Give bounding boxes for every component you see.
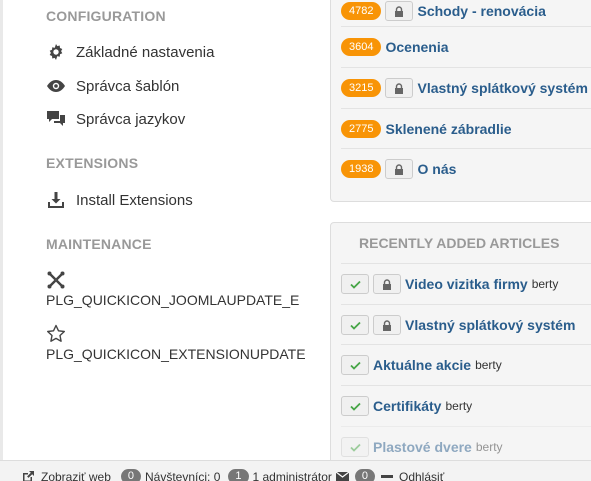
published-toggle[interactable] — [341, 274, 369, 294]
visitors-count-badge: 0 — [121, 469, 141, 481]
comments-icon — [46, 110, 66, 128]
sidebar-item-global-config[interactable]: Základné nastavenia — [46, 43, 214, 61]
popular-article-row: 3604 Ocenenia — [341, 26, 591, 67]
sidebar: CONFIGURATION Základné nastavenia Správc… — [0, 0, 330, 460]
lock-icon — [394, 164, 404, 175]
lock-button[interactable] — [385, 1, 413, 21]
article-title-link[interactable]: Sklenené zábradlie — [385, 121, 511, 137]
eye-icon — [46, 77, 66, 95]
configuration-heading: CONFIGURATION — [46, 8, 166, 24]
published-toggle[interactable] — [341, 315, 369, 335]
quickicon-joomla-update[interactable]: PLG_QUICKICON_JOOMLAUPDATE_E — [46, 270, 299, 308]
article-title-link[interactable]: Ocenenia — [385, 39, 448, 55]
sidebar-item-languages[interactable]: Správca jazykov — [46, 110, 185, 128]
article-title-link[interactable]: Plastové dvere — [373, 439, 472, 455]
check-icon — [350, 402, 361, 411]
recent-article-row: Aktuálne akcie berty — [341, 344, 591, 385]
lock-icon — [382, 279, 392, 290]
quickicon-label: PLG_QUICKICON_JOOMLAUPDATE_E — [46, 292, 299, 308]
article-title-link[interactable]: Video vizitka firmy — [405, 276, 528, 292]
article-author: berty — [445, 399, 472, 413]
view-site-link[interactable]: Zobraziť web — [41, 470, 111, 481]
lock-icon — [394, 83, 404, 94]
hits-badge: 3604 — [341, 38, 381, 56]
article-title-link[interactable]: Vlastný splátkový systém — [405, 317, 575, 333]
logout-link[interactable]: Odhlásiť — [399, 470, 444, 481]
check-icon — [350, 443, 361, 452]
hits-badge: 4782 — [341, 2, 381, 20]
article-title-link[interactable]: Vlastný splátkový systém — [417, 80, 587, 96]
recent-article-row: Vlastný splátkový systém — [341, 304, 591, 345]
article-author: berty — [532, 277, 559, 291]
recent-articles-panel: RECENTLY ADDED ARTICLES Video vizitka fi… — [330, 222, 591, 474]
download-icon — [46, 191, 66, 209]
lock-icon — [382, 320, 392, 331]
sidebar-item-label: Správca šablón — [76, 78, 179, 95]
lock-icon — [394, 6, 404, 17]
check-icon — [350, 321, 361, 330]
quickicon-extension-update[interactable]: PLG_QUICKICON_EXTENSIONUPDATE — [46, 324, 306, 362]
published-toggle[interactable] — [341, 437, 369, 457]
extensions-heading: EXTENSIONS — [46, 155, 138, 171]
article-title-link[interactable]: Aktuálne akcie — [373, 357, 471, 373]
published-toggle[interactable] — [341, 396, 369, 416]
hits-badge: 1938 — [341, 160, 381, 178]
status-bar: Zobraziť web 0 Návštevníci: 0 1 1 admini… — [0, 460, 591, 481]
popular-article-row: 2775 Sklenené zábradlie — [341, 108, 591, 149]
check-icon — [350, 280, 361, 289]
article-title-link[interactable]: Schody - renovácia — [417, 3, 545, 19]
gear-icon — [46, 43, 66, 61]
star-icon — [46, 324, 66, 344]
recent-article-row: Certifikáty berty — [341, 385, 591, 426]
lock-button[interactable] — [385, 159, 413, 179]
article-title-link[interactable]: O nás — [417, 161, 456, 177]
popular-article-row: 1938 O nás — [341, 148, 591, 189]
admins-count-badge: 1 — [228, 469, 248, 481]
sidebar-item-templates[interactable]: Správca šablón — [46, 77, 179, 95]
lock-button[interactable] — [385, 78, 413, 98]
sidebar-item-install-extensions[interactable]: Install Extensions — [46, 191, 193, 209]
admins-label: 1 administrátor — [253, 470, 332, 481]
article-author: berty — [475, 358, 502, 372]
article-title-link[interactable]: Certifikáty — [373, 398, 441, 414]
hits-badge: 2775 — [341, 120, 381, 138]
sidebar-item-label: Základné nastavenia — [76, 44, 214, 61]
popular-articles-panel: 4782 Schody - renovácia 3604 Ocenenia 32… — [330, 0, 591, 202]
lock-button[interactable] — [373, 274, 401, 294]
sidebar-item-label: Správca jazykov — [76, 111, 185, 128]
joomla-icon — [46, 270, 66, 290]
external-link-icon — [22, 470, 35, 481]
visitors-label: Návštevníci: 0 — [145, 470, 220, 481]
recent-article-row: Video vizitka firmy berty — [341, 263, 591, 304]
lock-button[interactable] — [373, 315, 401, 335]
published-toggle[interactable] — [341, 355, 369, 375]
article-author: berty — [476, 440, 503, 454]
maintenance-heading: MAINTENANCE — [46, 236, 152, 252]
popular-article-row: 3215 Vlastný splátkový systém — [341, 67, 591, 108]
messages-count-badge: 0 — [355, 469, 375, 481]
minus-icon — [381, 475, 393, 478]
quickicon-label: PLG_QUICKICON_EXTENSIONUPDATE — [46, 346, 306, 362]
recent-articles-heading: RECENTLY ADDED ARTICLES — [359, 235, 559, 251]
hits-badge: 3215 — [341, 79, 381, 97]
sidebar-item-label: Install Extensions — [76, 192, 193, 209]
check-icon — [350, 361, 361, 370]
